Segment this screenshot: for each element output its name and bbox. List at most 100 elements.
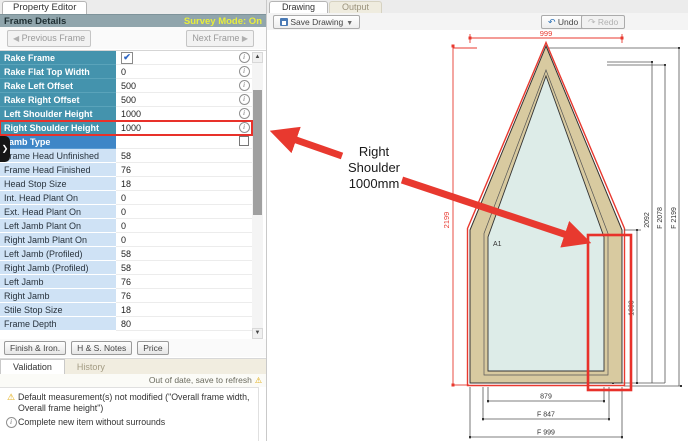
part-label: A1 (493, 241, 502, 248)
validation-status-bar: Out of date, save to refresh⚠ (0, 374, 266, 387)
annotation-arrow-left (279, 134, 342, 156)
property-row-left-jamb-profiled: Left Jamb (Profiled)58 (0, 247, 252, 261)
icon-spacer (236, 149, 252, 163)
right-arrow-icon: ▶ (242, 34, 248, 43)
info-icon[interactable]: i (236, 93, 252, 107)
picker-icon-glyph (239, 136, 249, 146)
finish-iron-button[interactable]: Finish & Iron. (4, 341, 66, 355)
property-value[interactable]: 0 (116, 205, 236, 219)
dim-label-top-width: 999 (540, 30, 553, 38)
property-value[interactable] (116, 135, 236, 149)
property-row-left-jamb-plant-on: Left Jamb Plant On0 (0, 219, 252, 233)
property-label: Head Stop Size (0, 177, 116, 191)
icon-spacer (236, 219, 252, 233)
validation-messages: ⚠Default measurement(s) not modified ("O… (0, 387, 259, 441)
icon-spacer (236, 177, 252, 191)
property-row-rake-left-offset: Rake Left Offset500i (0, 79, 252, 93)
frame-details-title: Frame Details (4, 16, 66, 27)
save-drawing-button[interactable]: Save Drawing▼ (273, 15, 360, 29)
property-value[interactable]: 58 (116, 149, 236, 163)
property-value[interactable]: 1000 (116, 121, 236, 135)
warning-icon: ⚠ (4, 392, 18, 413)
property-value[interactable]: 18 (116, 303, 236, 317)
property-row-rake-right-offset: Rake Right Offset500i (0, 93, 252, 107)
annotation-line2: Shoulder (348, 160, 401, 175)
drawing-canvas[interactable]: 999 2199 2092 (267, 30, 688, 441)
property-row-right-jamb-plant-on: Right Jamb Plant On0 (0, 233, 252, 247)
property-value[interactable]: 0 (116, 233, 236, 247)
property-label: Rake Flat Top Width (0, 65, 116, 79)
price-button[interactable]: Price (137, 341, 168, 355)
glass (488, 76, 604, 371)
icon-spacer (236, 303, 252, 317)
tab-history[interactable]: History (65, 360, 117, 374)
property-value[interactable]: 18 (116, 177, 236, 191)
info-icon-glyph: i (239, 66, 250, 77)
property-label: Ext. Head Plant On (0, 205, 116, 219)
status-text: Out of date, save to refresh (149, 375, 252, 385)
validation-message: ⚠Default measurement(s) not modified ("O… (4, 392, 252, 413)
undo-icon: ↶ (548, 17, 556, 27)
frame-nav-bar: ◀ Previous Frame Next Frame ▶ (0, 27, 266, 49)
redo-button[interactable]: ↷ Redo (581, 15, 625, 29)
icon-spacer (236, 233, 252, 247)
property-value[interactable]: 0 (116, 65, 236, 79)
icon-spacer (236, 247, 252, 261)
property-label: Frame Head Unfinished (0, 149, 116, 163)
info-icon-glyph: i (239, 52, 250, 63)
tab-drawing[interactable]: Drawing (269, 1, 328, 13)
scroll-down-icon[interactable]: ▼ (252, 328, 263, 339)
property-value[interactable]: 76 (116, 289, 236, 303)
scroll-up-icon[interactable]: ▲ (252, 52, 263, 63)
property-value[interactable]: 58 (116, 247, 236, 261)
property-row-head-stop-size: Head Stop Size18 (0, 177, 252, 191)
property-label: Left Shoulder Height (0, 107, 116, 121)
scrollbar-thumb[interactable] (253, 90, 262, 215)
undo-button[interactable]: ↶ Undo (541, 15, 585, 29)
property-value[interactable]: 0 (116, 219, 236, 233)
property-value[interactable]: 500 (116, 79, 236, 93)
property-row-ext-head-plant-on: Ext. Head Plant On0 (0, 205, 252, 219)
checkbox-checked[interactable]: ✔ (121, 52, 133, 64)
h-s-notes-button[interactable]: H & S. Notes (71, 341, 132, 355)
property-value[interactable]: 1000 (116, 107, 236, 121)
previous-frame-label: Previous Frame (22, 33, 86, 43)
collapse-panel-handle[interactable]: ❯ (0, 136, 10, 162)
scrollbar[interactable]: ▲ ▼ (252, 52, 263, 339)
icon-spacer (236, 261, 252, 275)
previous-frame-button[interactable]: ◀ Previous Frame (7, 30, 91, 47)
property-value[interactable]: 0 (116, 191, 236, 205)
info-icon-glyph: i (239, 108, 250, 119)
tab-property-editor[interactable]: Property Editor (2, 1, 87, 14)
picker-icon[interactable] (236, 135, 252, 149)
property-label: Right Jamb (0, 289, 116, 303)
property-label: Left Jamb (0, 275, 116, 289)
property-grid-rows: Rake Frame✔iRake Flat Top Width0iRake Le… (0, 51, 266, 331)
redo-label: Redo (598, 17, 618, 27)
frame-designer-app: Property Editor Frame Details Survey Mod… (0, 0, 688, 441)
frame-details-header: Frame Details Survey Mode: On (0, 14, 266, 28)
property-value[interactable]: 76 (116, 163, 236, 177)
property-value[interactable]: 500 (116, 93, 236, 107)
property-label: Frame Depth (0, 317, 116, 331)
property-row-right-shoulder-height: Right Shoulder Height1000i (0, 121, 252, 135)
info-icon[interactable]: i (236, 79, 252, 93)
redo-icon: ↷ (588, 17, 596, 27)
save-drawing-label: Save Drawing (290, 17, 343, 27)
property-label: Rake Left Offset (0, 79, 116, 93)
next-frame-button[interactable]: Next Frame ▶ (186, 30, 254, 47)
tab-output[interactable]: Output (329, 1, 382, 13)
validation-tabbar: ValidationHistory (0, 358, 266, 375)
property-label: Int. Head Plant On (0, 191, 116, 205)
property-value[interactable]: 80 (116, 317, 236, 331)
property-value[interactable]: ✔ (116, 51, 236, 65)
property-row-int-head-plant-on: Int. Head Plant On0 (0, 191, 252, 205)
chevron-down-icon: ▼ (346, 20, 353, 27)
property-value[interactable]: 58 (116, 261, 236, 275)
info-icon[interactable]: i (236, 121, 252, 135)
info-icon[interactable]: i (236, 107, 252, 121)
info-icon[interactable]: i (236, 65, 252, 79)
info-icon[interactable]: i (236, 51, 252, 65)
property-value[interactable]: 76 (116, 275, 236, 289)
tab-validation[interactable]: Validation (0, 359, 65, 375)
